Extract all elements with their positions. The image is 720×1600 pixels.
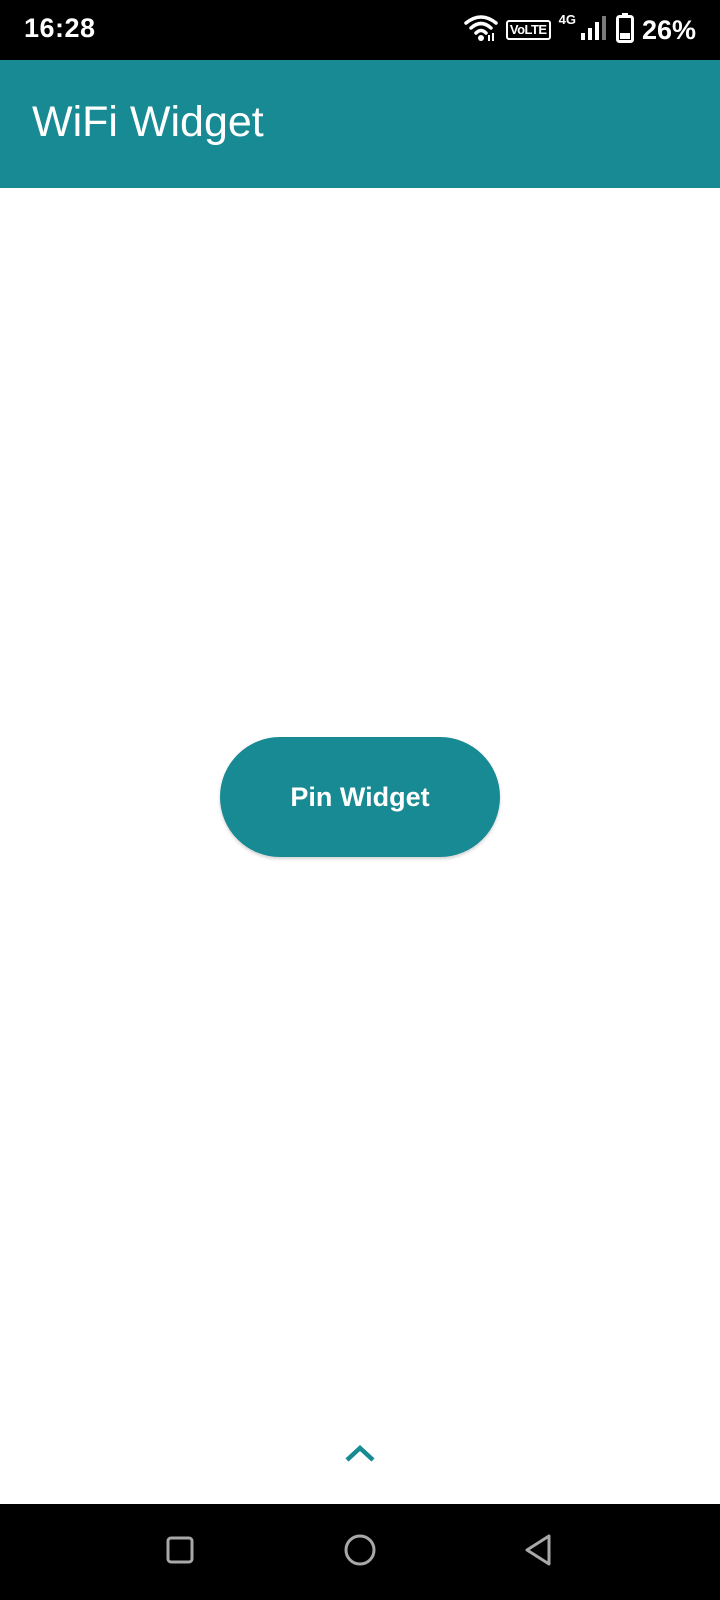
wifi-icon (464, 14, 498, 47)
pin-widget-button[interactable]: Pin Widget (220, 737, 500, 857)
signal-icon (580, 15, 608, 46)
navigation-bar (0, 1504, 720, 1600)
status-bar: 16:28 VoLTE 4G 26% (0, 0, 720, 60)
page-title: WiFi Widget (32, 98, 264, 146)
back-button[interactable] (514, 1528, 562, 1576)
chevron-up-icon (344, 1443, 376, 1468)
recents-square-icon (165, 1535, 195, 1570)
screen: 16:28 VoLTE 4G 26% WiFi Widget Pin Widge… (0, 0, 720, 1600)
back-triangle-icon (523, 1533, 553, 1572)
app-bar: WiFi Widget (0, 60, 720, 188)
battery-icon (615, 12, 634, 48)
battery-percent: 26% (641, 14, 696, 45)
expand-handle[interactable] (340, 1440, 380, 1470)
home-button[interactable] (336, 1528, 384, 1576)
recents-button[interactable] (156, 1528, 204, 1576)
home-circle-icon (343, 1533, 377, 1572)
network-type-label: 4G (558, 12, 576, 27)
status-icons: VoLTE 4G 26% (464, 12, 696, 48)
status-time: 16:28 (24, 13, 96, 43)
volte-icon: VoLTE (505, 20, 551, 40)
